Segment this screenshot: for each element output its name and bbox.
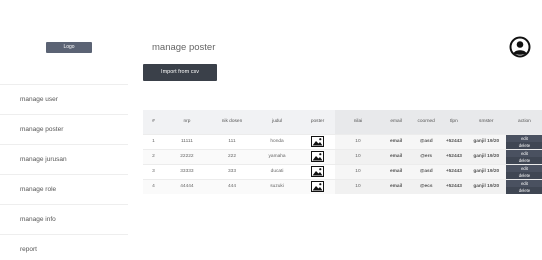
table-row: 4 44444 444 suzuki 10 email @ecs +52443 … — [143, 179, 542, 194]
logo: Logo — [46, 42, 92, 53]
col-header-no: # — [152, 119, 155, 125]
cell-coorned: @asd — [411, 164, 441, 179]
delete-button[interactable]: delete — [505, 171, 542, 179]
col-header-tlpn: tlpn — [441, 110, 466, 134]
sidebar-item-manage-user[interactable]: manage user — [0, 84, 128, 114]
sidebar-item-manage-info[interactable]: manage info — [0, 204, 128, 234]
cell-nik-dosen: 333 — [227, 169, 236, 174]
cell-action: edit delete — [505, 179, 542, 194]
cell-nrp: 44444 — [180, 184, 194, 190]
cell-smster: ganjil 19/20 — [467, 134, 506, 149]
cell-tlpn: +52443 — [441, 179, 466, 194]
cell-nik-dosen: 222 — [227, 154, 236, 159]
image-icon[interactable] — [311, 151, 325, 162]
cell-nrp: 22222 — [180, 154, 194, 159]
cell-nilai: 10 — [335, 164, 381, 179]
col-header-poster: poster — [310, 119, 325, 125]
delete-button[interactable]: delete — [505, 156, 542, 164]
sidebar-item-manage-role[interactable]: manage role — [0, 174, 128, 204]
col-header-nilai: nilai — [335, 110, 381, 134]
table-header-row: # nrp nik dosen judul poster nilai email… — [143, 110, 542, 134]
image-icon[interactable] — [311, 136, 325, 147]
cell-coorned: @ecs — [411, 179, 441, 194]
sidebar-item-manage-jurusan[interactable]: manage jurusan — [0, 144, 128, 174]
table-row: 2 22222 222 yamaha 10 email @ers +52443 … — [143, 149, 542, 164]
edit-button[interactable]: edit — [505, 134, 542, 142]
cell-email: email — [381, 134, 411, 149]
cell-no: 1 — [152, 139, 155, 144]
cell-poster — [300, 134, 335, 149]
col-header-coorned: coorned — [411, 110, 441, 134]
cell-email: email — [381, 164, 411, 179]
image-icon[interactable] — [311, 166, 325, 177]
cell-smster: ganjil 19/20 — [467, 179, 506, 194]
cell-email: email — [381, 179, 411, 194]
cell-nik-dosen: 444 — [227, 184, 236, 190]
cell-action: edit delete — [505, 134, 542, 149]
col-header-email: email — [381, 110, 411, 134]
cell-email: email — [381, 149, 411, 164]
import-csv-button[interactable]: Import from csv — [143, 64, 217, 81]
col-header-nrp: nrp — [183, 119, 191, 125]
col-header-nik-dosen: nik dosen — [221, 119, 243, 125]
sidebar-item-report[interactable]: report — [0, 234, 128, 260]
cell-smster: ganjil 19/20 — [467, 164, 506, 179]
col-header-action: action — [506, 110, 542, 134]
cell-smster: ganjil 19/20 — [467, 149, 506, 164]
cell-coorned: @ers — [411, 149, 441, 164]
edit-button[interactable]: edit — [505, 164, 542, 172]
cell-action: edit delete — [505, 149, 542, 164]
cell-nilai: 10 — [335, 149, 381, 164]
cell-judul: ducati — [270, 169, 284, 174]
cell-no: 3 — [152, 169, 155, 174]
cell-nilai: 10 — [335, 179, 381, 194]
cell-coorned: @asd — [411, 134, 441, 149]
cell-poster — [300, 179, 335, 194]
cell-tlpn: +52443 — [441, 149, 466, 164]
table-row: 1 11111 111 honda 10 email @asd +52443 g… — [143, 134, 542, 149]
sidebar-item-manage-poster[interactable]: manage poster — [0, 114, 128, 144]
cell-poster — [300, 164, 335, 179]
cell-poster — [300, 149, 335, 164]
poster-table: # nrp nik dosen judul poster nilai email… — [143, 110, 542, 194]
cell-action: edit delete — [505, 164, 542, 179]
page-title: manage poster — [152, 42, 216, 53]
cell-judul: suzuki — [270, 184, 284, 190]
cell-nrp: 33333 — [180, 169, 194, 174]
col-header-smster: smster — [467, 110, 506, 134]
delete-button[interactable]: delete — [505, 141, 542, 149]
sidebar: Logo manage user manage poster manage ju… — [0, 0, 128, 260]
cell-judul: yamaha — [268, 154, 286, 159]
cell-no: 4 — [152, 184, 155, 190]
cell-nrp: 11111 — [180, 139, 193, 144]
cell-tlpn: +52443 — [441, 134, 466, 149]
cell-no: 2 — [152, 154, 155, 159]
cell-tlpn: +52443 — [441, 164, 466, 179]
edit-button[interactable]: edit — [505, 149, 542, 157]
cell-nilai: 10 — [335, 134, 381, 149]
table-row: 3 33333 333 ducati 10 email @asd +52443 … — [143, 164, 542, 179]
edit-button[interactable]: edit — [505, 179, 542, 187]
delete-button[interactable]: delete — [505, 186, 542, 194]
image-icon[interactable] — [311, 181, 325, 193]
cell-judul: honda — [270, 139, 284, 144]
cell-nik-dosen: 111 — [228, 139, 236, 144]
user-circle-icon[interactable] — [509, 36, 531, 58]
col-header-judul: judul — [272, 119, 283, 125]
